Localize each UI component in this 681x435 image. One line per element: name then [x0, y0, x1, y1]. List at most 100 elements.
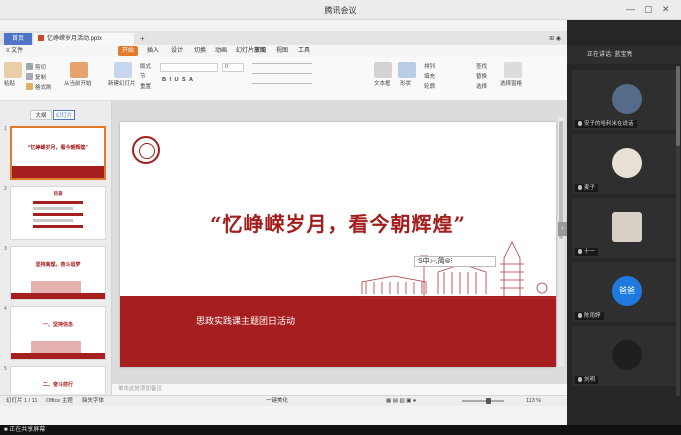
view-buttons[interactable]: ▦ ▤ ▥ ▣ ● [386, 396, 416, 406]
participant-avatar [612, 212, 642, 242]
thumb-preview: 坚持真理，奋斗追梦 [10, 246, 106, 300]
thumb-number: 1 [4, 126, 7, 132]
slide-scrollbar[interactable] [558, 117, 564, 367]
participant-name-text: 麦子 [584, 185, 596, 191]
thumb-number: 5 [4, 366, 7, 372]
participant-tile-2[interactable]: 麦子 [572, 134, 676, 194]
replace-button[interactable]: 替换 [476, 73, 487, 81]
ime-toolbar[interactable]: S中♪◦,简⊜⁝ [414, 256, 496, 267]
participant-tile-4[interactable]: 爸爸 陈雨婷 [572, 262, 676, 322]
participant-tile-3[interactable]: 十一 [572, 198, 676, 258]
missing-font-button[interactable]: 缺失字体 [82, 396, 104, 406]
slide-subtitle[interactable]: 思政实践课主题团日活动 [196, 314, 295, 327]
participant-name: 陈雨婷 [575, 312, 604, 320]
menu-insert[interactable]: 插入 [147, 46, 159, 56]
ppt-file-icon [38, 35, 44, 41]
notes-area[interactable]: 单击此处添加备注 [112, 383, 567, 395]
from-current-button[interactable]: 从当前开始 [64, 80, 92, 88]
beautify-button[interactable]: 一键美化 [266, 396, 288, 406]
toc-line [33, 219, 73, 222]
fill-button[interactable]: 填充 [424, 73, 435, 81]
participant-avatar [612, 84, 642, 114]
thumb-building [31, 281, 81, 293]
scissors-icon [26, 63, 33, 70]
minimize-button[interactable]: — [626, 4, 635, 14]
textbox-icon[interactable] [374, 62, 392, 78]
paste-button[interactable]: 粘贴 [4, 80, 15, 88]
select-button[interactable]: 选择 [476, 83, 487, 91]
new-tab-button[interactable]: + [136, 33, 149, 45]
format-painter-button[interactable]: 格式刷 [26, 83, 52, 92]
paragraph-group [252, 63, 318, 91]
tab-document[interactable]: 忆峥嵘岁月活动.pptx [34, 33, 134, 45]
tab-outline[interactable]: 大纲 [30, 110, 52, 120]
selection-pane-icon[interactable] [504, 62, 522, 78]
participant-tile-5[interactable]: 刘明 [572, 326, 676, 386]
layout-button[interactable]: 版式 [140, 63, 151, 71]
thumb-band [11, 353, 105, 359]
ribbon-toolbar: 粘贴 剪切 复制 格式刷 从当前开始 新建幻灯片 版式 节 重置 0 B I U… [0, 57, 567, 101]
menu-view[interactable]: 视图 [276, 46, 288, 56]
slide[interactable]: “忆峥嵘岁月，看今朝辉煌” 思政实践课主题团日活动 [120, 122, 556, 367]
participants-scrollbar[interactable] [676, 66, 680, 396]
cut-button[interactable]: 剪切 [26, 63, 46, 72]
campus-buildings-illustration [360, 241, 556, 299]
find-button[interactable]: 查找 [476, 63, 487, 71]
section-button[interactable]: 节 [140, 73, 146, 81]
copy-icon [26, 73, 33, 80]
participant-name-text: 刘明 [584, 377, 596, 383]
shapes-button[interactable]: 形状 [400, 80, 411, 88]
mic-icon [578, 249, 582, 254]
collapse-panel-handle[interactable]: ‹ [558, 222, 567, 236]
textbox-button[interactable]: 文本框 [374, 80, 391, 88]
outline-button[interactable]: 轮廓 [424, 83, 435, 91]
toc-line [33, 201, 83, 204]
menu-review[interactable]: 审阅 [254, 46, 266, 56]
thumb-preview: 一、坚持信念 [10, 306, 106, 360]
speaking-indicator: 正在讲话: 蓝宝亮 [567, 46, 681, 64]
menu-design[interactable]: 设计 [171, 46, 183, 56]
scroll-thumb[interactable] [676, 66, 680, 146]
shapes-icon[interactable] [398, 62, 416, 78]
tab-slides[interactable]: 幻灯片 [53, 110, 75, 120]
font-style-buttons[interactable]: B I U S A [162, 76, 194, 84]
menu-file[interactable]: ≡ 文件 [6, 46, 23, 56]
menu-animation[interactable]: 动画 [215, 46, 227, 56]
menu-switch[interactable]: 切换 [194, 46, 206, 56]
menu-start[interactable]: 开始 [118, 46, 139, 56]
play-icon[interactable] [70, 62, 88, 78]
zoom-level: 113 % [526, 398, 542, 404]
zoom-knob[interactable] [486, 398, 491, 404]
font-size-select[interactable]: 0 [222, 63, 244, 72]
thumb-preview: “忆峥嵘岁月，看今朝辉煌” [10, 126, 106, 180]
participant-tile-1[interactable]: 安子的哈利米在说话 [572, 70, 676, 130]
toc-line [33, 207, 73, 210]
close-button[interactable]: ✕ [662, 4, 670, 14]
brush-icon [26, 83, 33, 90]
menu-tools[interactable]: 工具 [298, 46, 310, 56]
thumb-title: “忆峥嵘岁月，看今朝辉煌” [27, 145, 88, 151]
pane-tabs: 大纲 幻灯片 [30, 110, 76, 120]
status-bar: 幻灯片 1 / 11 Office 主题 缺失字体 一键美化 ▦ ▤ ▥ ▣ ●… [0, 395, 567, 406]
copy-button[interactable]: 复制 [26, 73, 46, 82]
participant-name-text: 陈雨婷 [584, 313, 601, 319]
account-icons[interactable]: ⊞ ◉ [549, 33, 561, 45]
zoom-slider[interactable] [462, 398, 504, 404]
new-slide-button[interactable]: 新建幻灯片 [108, 80, 136, 88]
reset-button[interactable]: 重置 [140, 83, 151, 91]
font-name-select[interactable] [160, 63, 218, 72]
thumb-building [31, 341, 81, 353]
tab-home[interactable]: 首页 [4, 33, 32, 45]
mic-icon [578, 121, 582, 126]
new-slide-icon[interactable] [114, 62, 132, 78]
slide-thumbnail-5[interactable]: 5 二、奋斗前行 [4, 366, 108, 394]
selection-pane-button[interactable]: 选择窗格 [500, 80, 522, 88]
format-painter-label: 格式刷 [35, 85, 52, 91]
maximize-button[interactable]: ▢ [644, 4, 653, 14]
paste-icon[interactable] [4, 62, 22, 78]
slide-title[interactable]: “忆峥嵘岁月，看今朝辉煌” [120, 208, 556, 237]
thumb-band [11, 293, 105, 299]
thumb-title: 目录 [53, 191, 63, 196]
thumb-title: 二、奋斗前行 [42, 382, 73, 388]
arrange-button[interactable]: 排列 [424, 63, 435, 71]
